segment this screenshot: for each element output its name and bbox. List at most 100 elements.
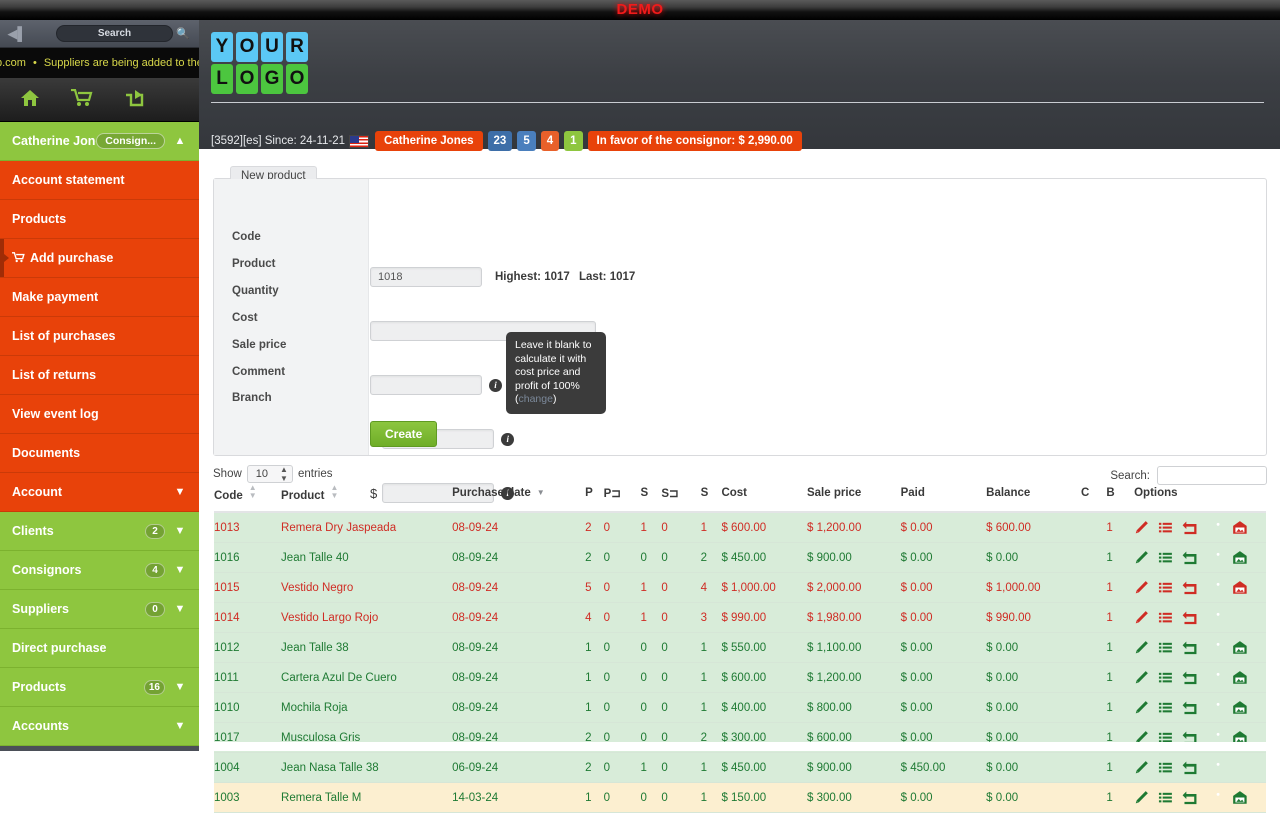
list-icon[interactable] xyxy=(1158,580,1173,595)
price-tag-icon[interactable] xyxy=(1207,550,1223,565)
price-tag-icon[interactable] xyxy=(1207,640,1223,655)
sidebar-item-consignors[interactable]: Consignors 4 ▼ xyxy=(0,551,199,590)
column-header-code[interactable]: Code ▲ ▼ xyxy=(214,476,282,513)
column-header-s2[interactable]: S xyxy=(700,476,722,513)
list-icon[interactable] xyxy=(1158,790,1173,805)
return-arrow-icon[interactable] xyxy=(1182,670,1198,685)
search-input[interactable]: Search xyxy=(56,25,173,42)
balance-chip[interactable]: In favor of the consignor: $ 2,990.00 xyxy=(587,131,802,151)
counter-chip-4[interactable]: 1 xyxy=(564,131,583,151)
list-icon[interactable] xyxy=(1158,520,1173,535)
list-icon[interactable] xyxy=(1158,700,1173,715)
return-arrow-icon[interactable] xyxy=(1182,700,1198,715)
edit-pencil-icon[interactable] xyxy=(1134,640,1149,655)
table-row[interactable]: 1014 Vestido Largo Rojo 08-09-24 4 0 1 0 3 $ 990… xyxy=(214,602,1266,633)
return-arrow-icon[interactable] xyxy=(1182,550,1198,565)
list-icon[interactable] xyxy=(1158,640,1173,655)
chevron-down-icon[interactable]: ▼ xyxy=(173,564,187,576)
chevron-down-icon[interactable]: ▼ xyxy=(173,681,187,693)
list-icon[interactable] xyxy=(1158,760,1173,775)
price-tag-icon[interactable] xyxy=(1207,670,1223,685)
sidebar-item-view-event-log[interactable]: View event log xyxy=(0,395,199,434)
store-icon[interactable] xyxy=(1232,550,1248,565)
sidebar-item-make-payment[interactable]: Make payment xyxy=(0,278,199,317)
home-icon[interactable] xyxy=(4,89,56,111)
sidebar-item-products[interactable]: Products xyxy=(0,200,199,239)
table-row[interactable]: 1011 Cartera Azul De Cuero 08-09-24 1 0 0 0 1 $ … xyxy=(214,662,1266,693)
store-icon[interactable] xyxy=(1232,670,1248,685)
edit-pencil-icon[interactable] xyxy=(1134,700,1149,715)
edit-pencil-icon[interactable] xyxy=(1134,550,1149,565)
tooltip-change-link[interactable]: change xyxy=(519,393,553,405)
sidebar-item-products[interactable]: Products 16 ▼ xyxy=(0,668,199,707)
list-icon[interactable] xyxy=(1158,550,1173,565)
column-header-balance[interactable]: Balance xyxy=(986,476,1081,513)
cloud-icon[interactable] xyxy=(1232,760,1248,775)
table-row[interactable]: 1003 Remera Talle M 14-03-24 1 0 0 0 1 $ 150.00 $… xyxy=(214,782,1266,813)
column-header-options[interactable]: Options xyxy=(1134,476,1266,513)
return-arrow-icon[interactable] xyxy=(1182,610,1198,625)
table-row[interactable]: 1004 Jean Nasa Talle 38 06-09-24 2 0 1 0 1 $ 450… xyxy=(214,752,1266,783)
column-header-p-out[interactable]: P⊐ xyxy=(603,476,641,513)
account-name-chip[interactable]: Catherine Jones xyxy=(375,131,483,151)
chevron-down-icon[interactable]: ▼ xyxy=(173,603,187,615)
column-header-p[interactable]: P xyxy=(585,476,604,513)
column-header-s-out[interactable]: S⊐ xyxy=(661,476,701,513)
price-tag-icon[interactable] xyxy=(1207,610,1223,625)
table-row[interactable]: 1015 Vestido Negro 08-09-24 5 0 1 0 4 $ 1,000.00… xyxy=(214,572,1266,603)
store-icon[interactable] xyxy=(1232,790,1248,805)
return-arrow-icon[interactable] xyxy=(1182,580,1198,595)
column-header-c[interactable]: C xyxy=(1080,476,1107,513)
chevron-down-icon[interactable]: ▼ xyxy=(173,525,187,537)
edit-pencil-icon[interactable] xyxy=(1134,760,1149,775)
edit-pencil-icon[interactable] xyxy=(1134,610,1149,625)
sidebar-item-accounts[interactable]: Accounts ▼ xyxy=(0,707,199,746)
column-header-sale-price[interactable]: Sale price xyxy=(806,476,901,513)
return-arrow-icon[interactable] xyxy=(1182,760,1198,775)
table-row[interactable]: 1012 Jean Talle 38 08-09-24 1 0 0 0 1 $ 550.00 $ … xyxy=(214,632,1266,663)
price-tag-icon[interactable] xyxy=(1207,790,1223,805)
counter-chip-1[interactable]: 23 xyxy=(487,131,513,151)
column-header-purchase-date[interactable]: Purchase date ▼ xyxy=(452,476,586,513)
sidebar-item-suppliers[interactable]: Suppliers 0 ▼ xyxy=(0,590,199,629)
sidebar-item-account[interactable]: Account ▼ xyxy=(0,473,199,512)
table-row[interactable]: 1013 Remera Dry Jaspeada 08-09-24 2 0 1 0 1 $ 60… xyxy=(214,512,1266,543)
store-icon[interactable] xyxy=(1232,580,1248,595)
chevron-down-icon[interactable]: ▼ xyxy=(173,486,187,498)
price-tag-icon[interactable] xyxy=(1207,580,1223,595)
store-icon[interactable] xyxy=(1232,640,1248,655)
info-icon-cost[interactable]: i xyxy=(501,432,515,446)
edit-pencil-icon[interactable] xyxy=(1134,580,1149,595)
column-header-product[interactable]: Product ▲ ▼ xyxy=(281,476,453,513)
chevron-up-icon[interactable]: ▲ xyxy=(173,135,187,147)
create-button[interactable]: Create xyxy=(370,421,438,447)
counter-chip-3[interactable]: 4 xyxy=(540,131,560,151)
sort-both-icon[interactable]: ▲ ▼ xyxy=(331,484,339,500)
sidebar-user-row[interactable]: Catherine Jones Consign... ▲ xyxy=(0,122,199,161)
search-icon[interactable]: 🔍 xyxy=(173,27,193,40)
store-icon[interactable] xyxy=(1232,520,1248,535)
column-header-paid[interactable]: Paid xyxy=(900,476,987,513)
table-row[interactable]: 1010 Mochila Roja 08-09-24 1 0 0 0 1 $ 400.00 $ 8… xyxy=(214,692,1266,723)
sidebar-item-list-of-returns[interactable]: List of returns xyxy=(0,356,199,395)
sidebar-item-clients[interactable]: Clients 2 ▼ xyxy=(0,512,199,551)
edit-pencil-icon[interactable] xyxy=(1134,670,1149,685)
back-icon[interactable]: ◀▌ xyxy=(6,26,28,42)
store-icon[interactable] xyxy=(1232,700,1248,715)
edit-pencil-icon[interactable] xyxy=(1134,520,1149,535)
column-header-s[interactable]: S xyxy=(640,476,662,513)
table-row[interactable]: 1016 Jean Talle 40 08-09-24 2 0 0 0 2 $ 450.00 $ … xyxy=(214,542,1266,573)
sidebar-item-add-purchase[interactable]: Add purchase xyxy=(0,239,199,278)
column-header-cost[interactable]: Cost xyxy=(721,476,807,513)
chevron-down-icon[interactable]: ▼ xyxy=(173,720,187,732)
sidebar-item-documents[interactable]: Documents xyxy=(0,434,199,473)
sidebar-item-list-of-purchases[interactable]: List of purchases xyxy=(0,317,199,356)
cart-icon[interactable] xyxy=(56,88,108,111)
sidebar-item-direct-purchase[interactable]: Direct purchase xyxy=(0,629,199,668)
list-icon[interactable] xyxy=(1158,670,1173,685)
return-arrow-icon[interactable] xyxy=(1182,790,1198,805)
share-icon[interactable] xyxy=(108,89,160,111)
sort-both-icon[interactable]: ▲ ▼ xyxy=(249,484,257,500)
price-tag-icon[interactable] xyxy=(1207,520,1223,535)
counter-chip-2[interactable]: 5 xyxy=(517,131,536,151)
